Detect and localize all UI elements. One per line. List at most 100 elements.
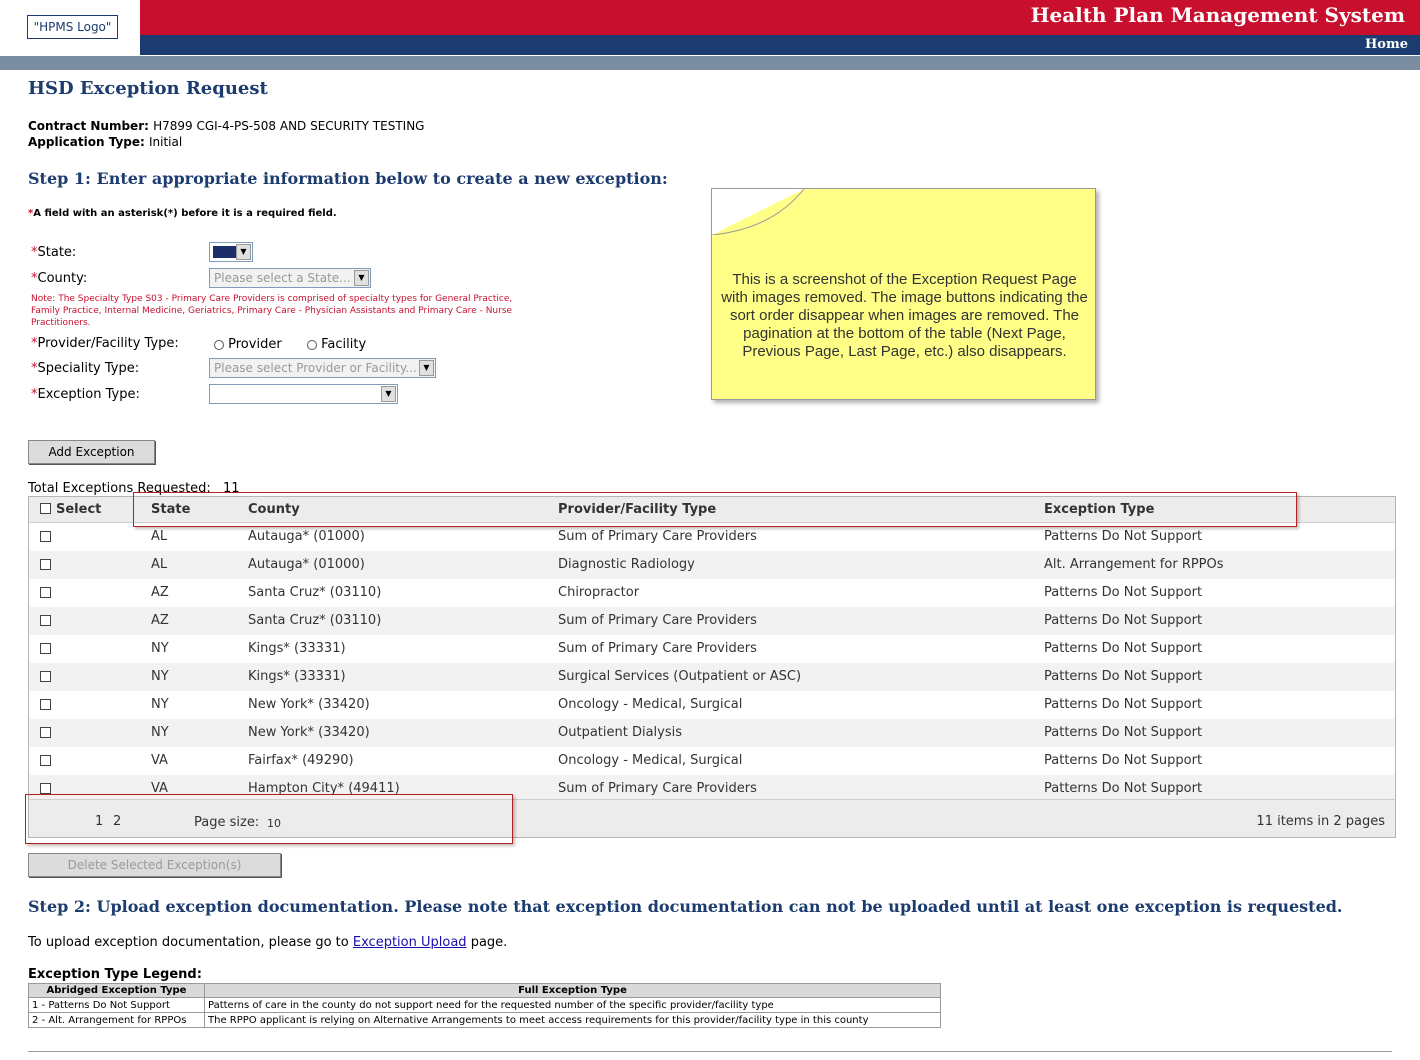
- cell-provider-type: Surgical Services (Outpatient or ASC): [558, 669, 802, 684]
- table-row: NY Kings* (33331) Sum of Primary Care Prov…: [29, 635, 1395, 663]
- checkbox-icon[interactable]: [40, 587, 51, 598]
- required-field-note: *A field with an asterisk(*) before it i…: [28, 208, 337, 219]
- pager-summary: 11 items in 2 pages: [1256, 814, 1385, 829]
- cell-state: VA: [151, 753, 168, 768]
- app-title: Health Plan Management System: [1030, 3, 1405, 27]
- specialty-note: Note: The Specialty Type S03 - Primary C…: [31, 294, 513, 328]
- cell-county: Santa Cruz* (03110): [248, 613, 382, 628]
- contract-number-label: Contract Number:: [28, 119, 149, 133]
- cell-exception-type: Patterns Do Not Support: [1044, 697, 1203, 712]
- application-type-label: Application Type:: [28, 135, 145, 149]
- cell-provider-type: Oncology - Medical, Surgical: [558, 753, 743, 768]
- app-header: "HPMS Logo" Health Plan Management Syste…: [0, 0, 1420, 72]
- cell-provider-type: Diagnostic Radiology: [558, 557, 695, 572]
- county-placeholder: Please select a State...: [214, 271, 351, 285]
- cell-county: Kings* (33331): [248, 641, 346, 656]
- chevron-down-icon[interactable]: ▼: [236, 244, 251, 260]
- checkbox-icon[interactable]: [40, 615, 51, 626]
- checkbox-icon[interactable]: [40, 531, 51, 542]
- cell-county: Autauga* (01000): [248, 557, 365, 572]
- exception-type-label-text: Exception Type:: [37, 387, 140, 402]
- header-divider: [0, 56, 1420, 70]
- footer-divider: [28, 1051, 1392, 1052]
- table-row: AZ Santa Cruz* (03110) Sum of Primary Care…: [29, 607, 1395, 635]
- cell-exception-type: Patterns Do Not Support: [1044, 585, 1203, 600]
- cell-provider-type: Sum of Primary Care Providers: [558, 613, 757, 628]
- cell-state: NY: [151, 669, 169, 684]
- radio-facility[interactable]: Facility: [307, 337, 366, 352]
- specialty-type-label-text: Speciality Type:: [37, 361, 140, 376]
- county-select[interactable]: Please select a State... ▼: [209, 268, 371, 288]
- cell-exception-type: Alt. Arrangement for RPPOs: [1044, 557, 1224, 572]
- cell-provider-type: Sum of Primary Care Providers: [558, 641, 757, 656]
- checkbox-icon[interactable]: [40, 671, 51, 682]
- legend-header-row: Abridged Exception Type Full Exception T…: [28, 983, 941, 998]
- hpms-logo[interactable]: "HPMS Logo": [27, 15, 118, 39]
- row-select-checkbox[interactable]: [40, 755, 51, 770]
- legend-title: Exception Type Legend:: [28, 967, 202, 982]
- row-select-checkbox[interactable]: [40, 531, 51, 546]
- cell-exception-type: Patterns Do Not Support: [1044, 669, 1203, 684]
- header-nav-bar: Home: [140, 35, 1420, 55]
- checkbox-icon[interactable]: [40, 755, 51, 766]
- exception-type-label: *Exception Type:: [31, 387, 140, 402]
- checkbox-icon[interactable]: [40, 699, 51, 710]
- radio-provider[interactable]: Provider: [214, 337, 282, 352]
- cell-state: NY: [151, 725, 169, 740]
- contract-number-value: H7899 CGI-4-PS-508 AND SECURITY TESTING: [153, 119, 425, 133]
- legend-full: Patterns of care in the county do not su…: [204, 997, 941, 1013]
- state-select[interactable]: ▼: [209, 242, 253, 262]
- cell-provider-type: Oncology - Medical, Surgical: [558, 697, 743, 712]
- contract-number-row: Contract Number: H7899 CGI-4-PS-508 AND …: [28, 119, 424, 134]
- checkbox-icon[interactable]: [40, 783, 51, 794]
- pager-highlight-box: [25, 794, 513, 844]
- county-label-text: County:: [37, 271, 88, 286]
- delete-selected-button[interactable]: Delete Selected Exception(s): [28, 853, 281, 877]
- row-select-checkbox[interactable]: [40, 727, 51, 742]
- legend-col-full: Full Exception Type: [204, 983, 941, 998]
- chevron-down-icon[interactable]: ▼: [381, 386, 396, 402]
- row-select-checkbox[interactable]: [40, 671, 51, 686]
- cell-county: New York* (33420): [248, 725, 370, 740]
- cell-exception-type: Patterns Do Not Support: [1044, 529, 1203, 544]
- annotation-note-text: This is a screenshot of the Exception Re…: [721, 271, 1088, 360]
- upload-suffix: page.: [470, 935, 508, 950]
- annotation-note: This is a screenshot of the Exception Re…: [711, 188, 1096, 400]
- cell-county: Fairfax* (49290): [248, 753, 354, 768]
- row-select-checkbox[interactable]: [40, 615, 51, 630]
- cell-state: NY: [151, 641, 169, 656]
- checkbox-icon[interactable]: [40, 503, 51, 514]
- radio-facility-button[interactable]: [307, 339, 317, 350]
- logo-area: "HPMS Logo": [0, 0, 140, 56]
- row-select-checkbox[interactable]: [40, 587, 51, 602]
- cell-provider-type: Outpatient Dialysis: [558, 725, 683, 740]
- application-type-row: Application Type: Initial: [28, 135, 182, 150]
- specialty-placeholder: Please select Provider or Facility...: [214, 361, 417, 375]
- provider-type-label: *Provider/Facility Type:: [31, 336, 179, 351]
- exception-type-select[interactable]: ▼: [209, 384, 398, 404]
- radio-provider-button[interactable]: [214, 339, 224, 350]
- select-all-checkbox[interactable]: [40, 503, 51, 518]
- chevron-down-icon[interactable]: ▼: [419, 360, 434, 376]
- radio-provider-label: Provider: [228, 337, 282, 352]
- exception-upload-link[interactable]: Exception Upload: [353, 935, 467, 950]
- checkbox-icon[interactable]: [40, 727, 51, 738]
- cell-state: AZ: [151, 613, 169, 628]
- row-select-checkbox[interactable]: [40, 643, 51, 658]
- chevron-down-icon[interactable]: ▼: [354, 270, 369, 286]
- step2-heading: Step 2: Upload exception documentation. …: [28, 897, 1343, 916]
- cell-provider-type: Chiropractor: [558, 585, 640, 600]
- row-select-checkbox[interactable]: [40, 559, 51, 574]
- add-exception-button[interactable]: Add Exception: [28, 440, 155, 464]
- table-row: NY New York* (33420) Outpatient Dialysis Pa…: [29, 719, 1395, 747]
- legend-abridged: 2 - Alt. Arrangement for RPPOs: [28, 1012, 205, 1028]
- specialty-type-label: *Speciality Type:: [31, 361, 139, 376]
- county-label: *County:: [31, 271, 87, 286]
- provider-type-label-text: Provider/Facility Type:: [37, 336, 179, 351]
- cell-exception-type: Patterns Do Not Support: [1044, 781, 1203, 796]
- checkbox-icon[interactable]: [40, 559, 51, 570]
- row-select-checkbox[interactable]: [40, 699, 51, 714]
- specialty-type-select[interactable]: Please select Provider or Facility... ▼: [209, 358, 436, 378]
- home-link[interactable]: Home: [1365, 37, 1408, 52]
- checkbox-icon[interactable]: [40, 643, 51, 654]
